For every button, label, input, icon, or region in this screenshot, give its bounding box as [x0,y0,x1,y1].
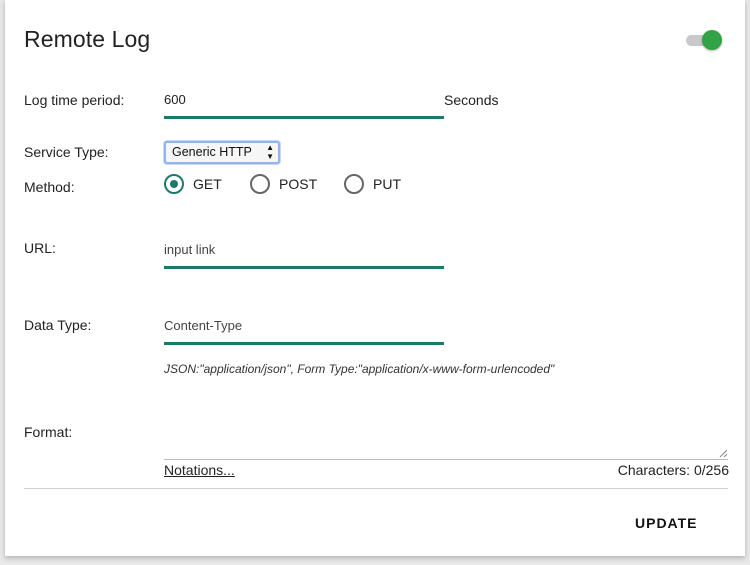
toggle-knob [702,30,722,50]
remote-log-card: Remote Log Log time period: Seconds Serv… [5,0,745,556]
service-type-select[interactable]: Generic HTTP ▲ ▼ [164,141,280,164]
service-type-label: Service Type: [24,144,109,160]
enable-toggle[interactable] [686,30,722,50]
notations-link[interactable]: Notations... [164,462,235,478]
method-radio-label: POST [279,176,318,192]
method-label: Method: [24,179,75,195]
method-radio-label: PUT [373,176,401,192]
radio-circle [250,174,270,194]
data-type-field [164,314,444,345]
url-input[interactable] [164,242,444,257]
url-label: URL: [24,240,56,256]
update-button[interactable]: UPDATE [635,515,698,531]
format-textarea[interactable] [164,423,728,460]
select-arrows-icon: ▲ ▼ [266,143,274,161]
method-radio-put[interactable]: PUT [344,174,404,194]
format-label: Format: [24,424,73,440]
log-period-label: Log time period: [24,92,125,108]
service-type-value: Generic HTTP [172,145,252,159]
log-period-unit: Seconds [444,92,499,108]
url-field [164,238,444,269]
method-radio-post[interactable]: POST [250,174,320,194]
method-radio-label: GET [193,176,222,192]
data-type-input[interactable] [164,318,444,333]
page-title: Remote Log [24,26,151,52]
log-period-input[interactable] [164,92,444,107]
divider [24,488,728,489]
radio-dot [170,180,178,188]
method-radio-get[interactable]: GET [164,174,224,194]
character-count: Characters: 0/256 [617,462,729,478]
resize-grip-icon[interactable] [719,449,727,457]
radio-circle [164,174,184,194]
log-period-field [164,88,444,119]
data-type-label: Data Type: [24,317,92,333]
radio-circle [344,174,364,194]
data-type-hint: JSON:"application/json", Form Type:"appl… [164,362,555,376]
